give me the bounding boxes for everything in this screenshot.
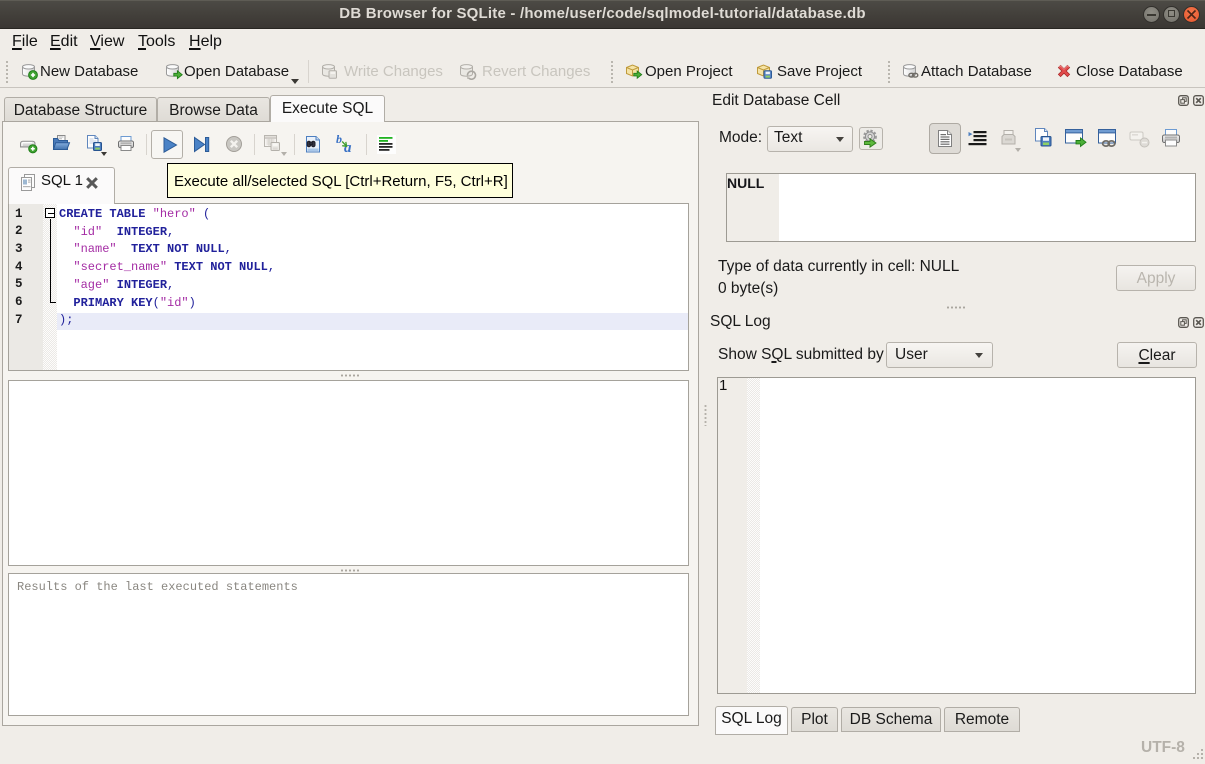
svg-text:b: b [336,132,342,146]
